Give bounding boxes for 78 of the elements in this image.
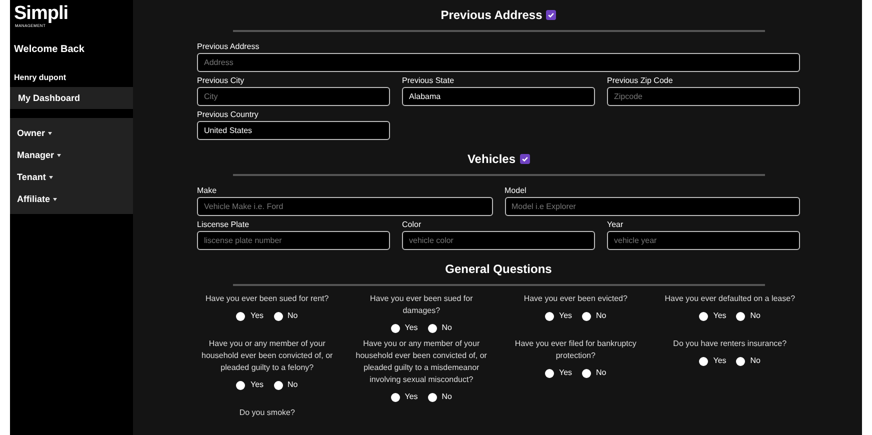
input-field[interactable]: City <box>197 87 390 106</box>
question-text: Have you ever defaulted on a lease? <box>664 293 796 305</box>
question-text: Have you or any member of your household ever been convicted of, or pleaded guilty to a felony? <box>200 338 334 374</box>
radio-button[interactable] <box>736 312 746 320</box>
dashboard-link[interactable]: My Dashboard <box>10 87 133 109</box>
field-label: Color <box>402 220 422 230</box>
field-label: Liscense Plate <box>197 220 250 230</box>
radio-button[interactable] <box>582 368 592 378</box>
input-field[interactable]: United States <box>197 121 390 140</box>
section-title: General Questions <box>445 262 552 276</box>
input-field[interactable]: Vehicle Make i.e. Ford <box>197 197 492 216</box>
input-field[interactable]: Zipcode <box>607 87 800 106</box>
caret-icon <box>53 198 58 200</box>
radio-button[interactable] <box>736 356 746 366</box>
field-label: Year <box>607 220 624 230</box>
radio-button[interactable] <box>544 312 554 320</box>
radio-button[interactable] <box>236 312 246 320</box>
field-label: Previous Country <box>197 110 260 120</box>
radio-label: No <box>750 355 761 367</box>
question-text: Have you or any member of your household ever been convicted of, or pleaded guilty to a misdemeanor involving sexual misconduct? <box>354 338 488 386</box>
nav-dropdown[interactable]: Manager <box>10 144 133 166</box>
radio-button[interactable] <box>699 312 708 320</box>
radio-button[interactable] <box>274 380 283 390</box>
radio-label: Yes <box>250 310 264 322</box>
radio-button[interactable] <box>274 312 283 320</box>
radio-label: No <box>288 379 298 391</box>
field-label: Model <box>504 186 528 196</box>
radio-label: No <box>596 310 606 322</box>
radio-button[interactable] <box>390 324 400 332</box>
logo-wordmark: Simpli <box>14 4 70 24</box>
caret-icon <box>48 176 53 178</box>
field-label: Make <box>197 186 218 196</box>
field-label: Previous Address <box>197 42 260 52</box>
input-field[interactable]: Alabama <box>402 87 595 106</box>
input-field[interactable]: liscense plate number <box>197 231 390 250</box>
radio-label: No <box>750 310 761 322</box>
radio-label: Yes <box>250 379 264 391</box>
radio-button[interactable] <box>428 392 437 402</box>
radio-button[interactable] <box>390 392 400 402</box>
input-field[interactable]: vehicle year <box>607 231 800 250</box>
radio-label: Yes <box>558 367 572 379</box>
radio-label: Yes <box>558 310 572 322</box>
radio-label: No <box>442 391 452 403</box>
input-field[interactable]: Address <box>197 53 800 72</box>
radio-label: Yes <box>404 391 418 403</box>
nav-dropdown[interactable]: Owner <box>10 122 133 144</box>
section-title: Vehicles <box>467 152 516 166</box>
radio-label: No <box>596 367 606 379</box>
question-text: Have you ever filed for bankruptcy protection? <box>514 338 638 362</box>
question-text: Have you ever been sued for damages? <box>369 293 474 317</box>
radio-label: Yes <box>404 322 418 334</box>
radio-label: No <box>442 322 452 334</box>
caret-icon <box>48 132 52 134</box>
question-text: Do you have renters insurance? <box>673 338 787 350</box>
field-label: Previous City <box>197 76 246 86</box>
question-text: Have you ever been evicted? <box>524 293 628 305</box>
checkbox[interactable] <box>520 154 530 164</box>
nav-dropdown[interactable]: Tenant <box>10 166 133 188</box>
input-field[interactable]: vehicle color <box>402 231 595 250</box>
radio-button[interactable] <box>699 356 708 366</box>
radio-label: No <box>288 310 298 322</box>
input-field[interactable]: Model i.e Explorer <box>504 197 800 216</box>
radio-label: Yes <box>713 310 726 322</box>
welcome-heading: Welcome Back <box>14 44 86 55</box>
question-text: Do you smoke? <box>239 407 295 419</box>
section-title: Previous Address <box>440 8 542 22</box>
caret-icon <box>57 154 62 156</box>
field-label: Previous Zip Code <box>607 76 674 86</box>
field-label: Previous State <box>402 76 456 86</box>
user-name: Henry dupont <box>14 73 67 82</box>
radio-button[interactable] <box>428 324 437 332</box>
radio-button[interactable] <box>544 368 554 378</box>
radio-button[interactable] <box>582 312 592 320</box>
checkbox[interactable] <box>546 10 556 20</box>
radio-label: Yes <box>713 355 726 367</box>
radio-button[interactable] <box>236 380 246 390</box>
nav-dropdown[interactable]: Affiliate <box>10 188 133 210</box>
question-text: Have you ever been sued for rent? <box>206 293 329 305</box>
